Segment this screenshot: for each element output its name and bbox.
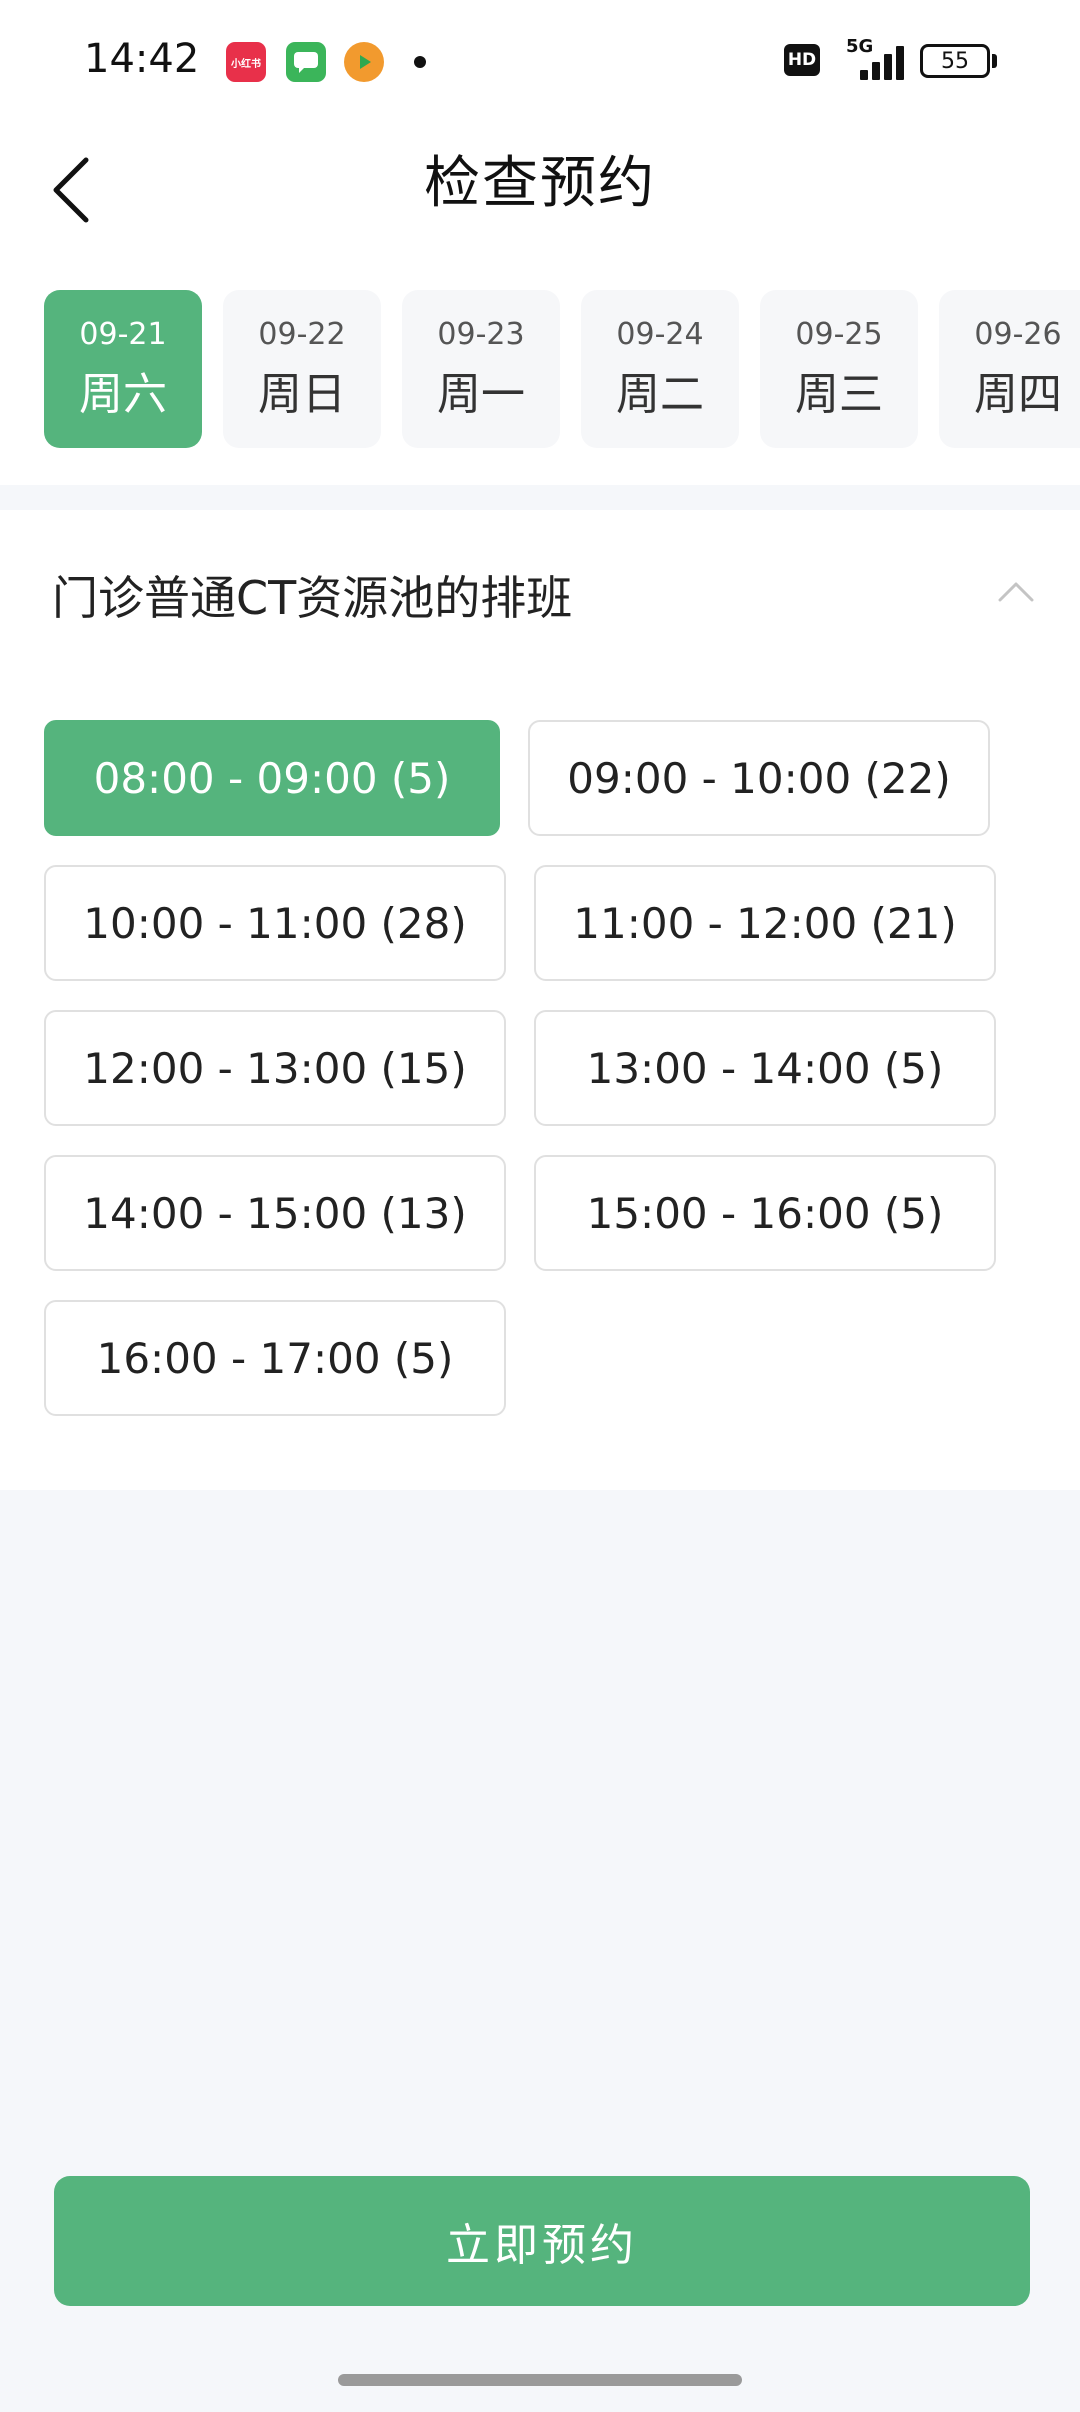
date-tab-0923[interactable]: 09-23 周一 xyxy=(402,290,560,448)
date-tab-weekday: 周四 xyxy=(974,368,1062,420)
notification-dot-icon xyxy=(414,56,426,68)
date-tab-0925[interactable]: 09-25 周三 xyxy=(760,290,918,448)
back-button[interactable] xyxy=(36,150,116,230)
xiaohongshu-app-icon: 小红书 xyxy=(226,42,266,82)
date-tab-weekday: 周一 xyxy=(437,368,525,420)
battery-tip xyxy=(992,54,997,68)
time-slot-1000[interactable]: 10:00 - 11:00 (28) xyxy=(44,865,506,981)
date-tab-weekday: 周三 xyxy=(795,368,883,420)
date-tab-date: 09-21 xyxy=(79,316,167,352)
date-tab-0922[interactable]: 09-22 周日 xyxy=(223,290,381,448)
time-slot-1100[interactable]: 11:00 - 12:00 (21) xyxy=(534,865,996,981)
time-slot-1200[interactable]: 12:00 - 13:00 (15) xyxy=(44,1010,506,1126)
time-slot-0900[interactable]: 09:00 - 10:00 (22) xyxy=(528,720,990,836)
date-tab-date: 09-23 xyxy=(437,316,525,352)
date-tab-date: 09-25 xyxy=(795,316,883,352)
date-tab-0921[interactable]: 09-21 周六 xyxy=(44,290,202,448)
date-tab-weekday: 周六 xyxy=(79,368,167,420)
chevron-left-icon xyxy=(53,157,89,223)
date-tab-date: 09-26 xyxy=(974,316,1062,352)
signal-icon xyxy=(860,46,904,80)
time-slot-1300[interactable]: 13:00 - 14:00 (5) xyxy=(534,1010,996,1126)
battery-level: 55 xyxy=(941,48,969,74)
date-tab-date: 09-22 xyxy=(258,316,346,352)
hd-icon: HD xyxy=(784,44,820,76)
schedule-panel: 门诊普通CT资源池的排班 08:00 - 09:00 (5) 09:00 - 1… xyxy=(0,510,1080,1490)
date-selector: 09-21 周六 09-22 周日 09-23 周一 09-24 周二 09-2… xyxy=(0,260,1080,485)
date-tab-weekday: 周二 xyxy=(616,368,704,420)
time-slot-0800[interactable]: 08:00 - 09:00 (5) xyxy=(44,720,500,836)
book-now-button[interactable]: 立即预约 xyxy=(54,2176,1030,2306)
page: 14:42 小红书 HD 5G 55 检查预约 09-21 周六 09-22 周… xyxy=(0,0,1080,2412)
date-tab-weekday: 周日 xyxy=(258,368,346,420)
date-tab-0926[interactable]: 09-26 周四 xyxy=(939,290,1080,448)
game-app-icon xyxy=(344,42,384,82)
status-bar: 14:42 小红书 HD 5G 55 xyxy=(0,0,1080,120)
time-slot-1600[interactable]: 16:00 - 17:00 (5) xyxy=(44,1300,506,1416)
page-title: 检查预约 xyxy=(424,150,656,216)
chevron-up-icon[interactable] xyxy=(996,576,1036,606)
chat-app-icon xyxy=(286,42,326,82)
header: 检查预约 xyxy=(0,120,1080,260)
date-tab-date: 09-24 xyxy=(616,316,704,352)
battery-icon: 55 xyxy=(920,44,990,78)
time-slot-1500[interactable]: 15:00 - 16:00 (5) xyxy=(534,1155,996,1271)
home-indicator[interactable] xyxy=(338,2374,742,2386)
time-slot-1400[interactable]: 14:00 - 15:00 (13) xyxy=(44,1155,506,1271)
status-time: 14:42 xyxy=(84,36,200,82)
schedule-title: 门诊普通CT资源池的排班 xyxy=(52,571,573,625)
date-tab-0924[interactable]: 09-24 周二 xyxy=(581,290,739,448)
